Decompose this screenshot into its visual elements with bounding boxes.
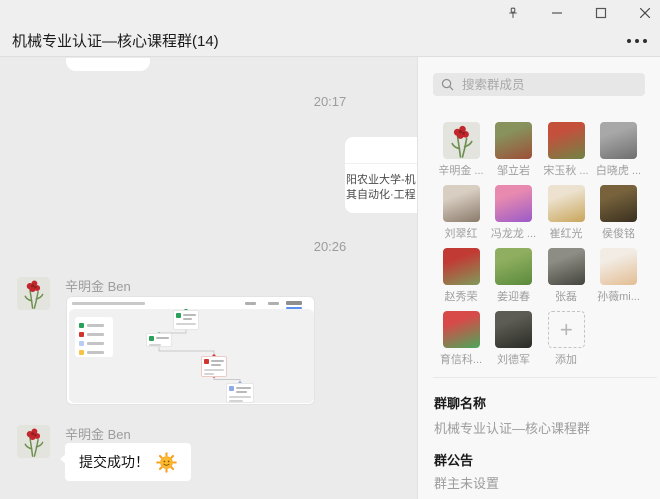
flow-node-green-1 [173,310,199,330]
member-avatar[interactable] [600,185,637,222]
flower-avatar [17,277,50,310]
group-name-value[interactable]: 机械专业认证—核心课程群 [434,418,590,437]
member-item[interactable]: 姜迎春 [488,248,541,311]
member-item[interactable]: 刘翠红 [435,185,488,248]
member-item[interactable]: 赵秀荣 [435,248,488,311]
maximize-button[interactable] [586,0,616,26]
previous-message-bubble-clipped [66,58,150,71]
member-item[interactable]: 刘德军 [488,311,541,374]
member-avatar[interactable] [548,248,585,285]
flow-node-red [201,356,227,377]
more-options-button[interactable] [622,32,652,50]
flower-avatar [17,425,50,458]
sun-emoji [156,452,177,473]
avatar[interactable] [17,425,50,458]
member-avatar[interactable] [495,122,532,159]
wechat-group-window: 20:17 阳农业大学-机 其自动化·工程 20:26 辛明金 Ben [0,0,660,499]
member-avatar[interactable] [600,122,637,159]
screenshot-tab [245,302,256,305]
member-avatar[interactable] [495,185,532,222]
pin-icon [506,6,520,20]
member-name: 宋玉秋 ... [538,162,594,178]
member-name: 孙薇mi... [591,288,647,304]
card-text-line1: 阳农业大学-机 [346,173,426,188]
minimize-button[interactable] [542,0,572,26]
announcement-label: 群公告 [434,450,473,469]
member-avatar[interactable] [600,248,637,285]
flow-node-blue [226,383,254,403]
search-input[interactable] [460,77,637,93]
screenshot-tab-active [286,301,302,305]
image-message-flowchart-screenshot[interactable] [66,296,315,405]
member-name: 姜迎春 [486,288,542,304]
member-avatar[interactable] [443,185,480,222]
member-name: 冯龙龙 ... [486,225,542,241]
member-name: 白晓虎 ... [591,162,647,178]
member-avatar[interactable] [443,248,480,285]
flower-avatar [443,122,480,159]
window-title: 机械专业认证—核心课程群(14) [12,30,219,51]
flow-node-green-2 [146,333,172,347]
member-name: 辛明金 ... [433,162,489,178]
member-avatar[interactable] [548,185,585,222]
member-name: 刘翠红 [433,225,489,241]
member-name: 张磊 [538,288,594,304]
member-grid: 辛明金 ...邹立岩宋玉秋 ...白晓虎 ... 刘翠红冯龙龙 ...崔红光侯俊铭… [435,122,647,374]
member-item[interactable]: 张磊 [540,248,593,311]
member-item[interactable]: 侯俊铭 [593,185,646,248]
member-avatar[interactable] [443,122,480,159]
member-item[interactable]: 育信科... [435,311,488,374]
member-avatar[interactable] [495,311,532,348]
member-item[interactable]: 邹立岩 [488,122,541,185]
minimize-icon [551,7,563,19]
add-member-label: 添加 [538,351,594,367]
bubble-tail [60,454,66,464]
member-item[interactable]: 孙薇mi... [593,248,646,311]
pin-button[interactable] [498,0,528,26]
sender-name: 辛明金 Ben [65,424,131,443]
group-info-panel: 辛明金 ...邹立岩宋玉秋 ...白晓虎 ... 刘翠红冯龙龙 ...崔红光侯俊铭… [417,57,660,499]
member-name: 侯俊铭 [591,225,647,241]
close-icon [639,7,651,19]
member-item[interactable]: 冯龙龙 ... [488,185,541,248]
member-search-box[interactable] [433,73,645,96]
member-name: 赵秀荣 [433,288,489,304]
screenshot-tab [268,302,279,305]
member-avatar[interactable] [443,311,480,348]
group-name-label: 群聊名称 [434,393,486,412]
member-item[interactable]: 辛明金 ... [435,122,488,185]
card-text-line2: 其自动化·工程 [346,188,426,203]
avatar[interactable] [17,277,50,310]
member-name: 刘德军 [486,351,542,367]
search-icon [441,78,454,91]
screenshot-top-bar [67,297,314,309]
text-message-bubble[interactable]: 提交成功！ [65,443,191,481]
add-member-button[interactable]: + 添加 [540,311,593,374]
sender-name: 辛明金 Ben [65,276,131,295]
member-item[interactable]: 崔红光 [540,185,593,248]
screenshot-title-text [72,302,145,305]
panel-divider [433,377,657,378]
member-avatar[interactable] [495,248,532,285]
message-text: 提交成功！ [79,452,149,472]
member-item[interactable]: 宋玉秋 ... [540,122,593,185]
member-name: 邹立岩 [486,162,542,178]
flow-legend [75,317,113,357]
plus-icon[interactable]: + [548,311,585,348]
title-bar: 机械专业认证—核心课程群(14) [0,0,660,57]
announcement-value[interactable]: 群主未设置 [434,473,499,492]
close-button[interactable] [630,0,660,26]
member-avatar[interactable] [548,122,585,159]
flowchart-canvas [69,309,314,403]
member-name: 育信科... [433,351,489,367]
member-item[interactable]: 白晓虎 ... [593,122,646,185]
member-name: 崔红光 [538,225,594,241]
maximize-icon [595,7,607,19]
